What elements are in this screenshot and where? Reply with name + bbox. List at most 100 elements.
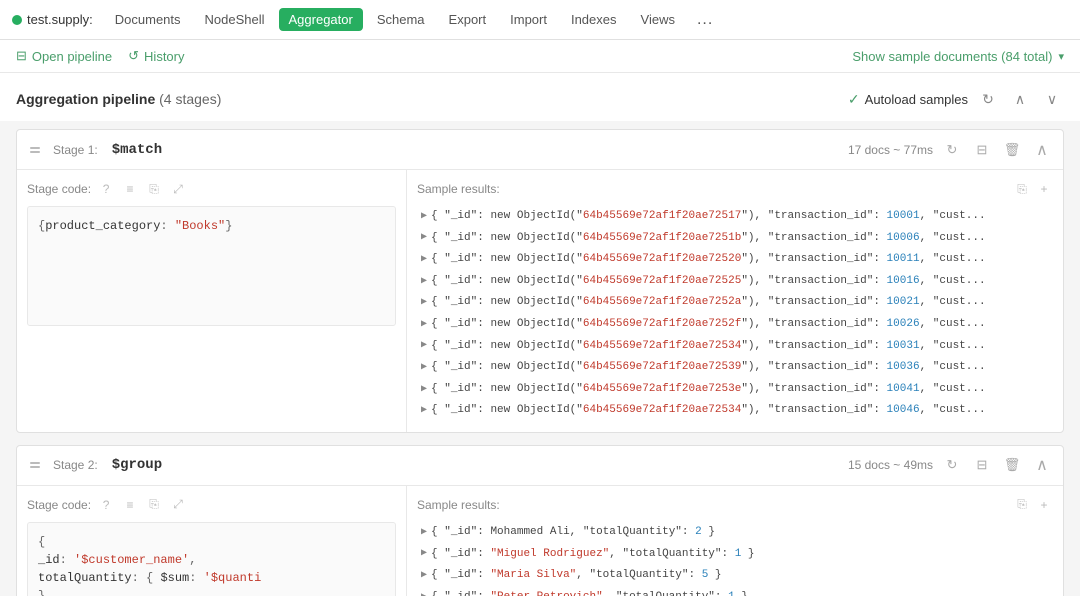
stage-1-right: Sample results: ⎘ + ▶{ "_id": new Object… [407,170,1063,432]
expand-arrow-icon[interactable]: ▶ [421,252,427,268]
expand-arrow-icon[interactable]: ▶ [421,317,427,333]
stage-1-add-button[interactable]: + [1035,180,1053,198]
stage-2-add-button[interactable]: + [1035,496,1053,514]
table-row[interactable]: ▶{ "_id": new ObjectId("64b45569e72af1f2… [417,357,1053,379]
stage-2-refresh-button[interactable]: ↻ [941,454,963,476]
table-row[interactable]: ▶{ "_id": "Peter Petrovich", "totalQuant… [417,587,1053,596]
expand-arrow-icon[interactable]: ▶ [421,525,427,541]
stage-2-card: Stage 2: $group 15 docs ~ 49ms ↻ ⊟ 🗑 ∧ S… [16,445,1064,596]
stage-2-format-button[interactable]: ≡ [121,496,139,514]
refresh-button[interactable]: ↻ [976,87,1000,111]
db-name: test.supply: [27,12,93,27]
table-row[interactable]: ▶{ "_id": new ObjectId("64b45569e72af1f2… [417,206,1053,228]
stage-1-split-button[interactable]: ⊟ [971,139,993,161]
stage-1-body: Stage code: ? ≡ ⎘ ⤢ {product_category: "… [17,170,1063,432]
stage-2-left: Stage code: ? ≡ ⎘ ⤢ { _id: '$customer_na… [17,486,407,596]
pipeline-title: Aggregation pipeline (4 stages) [16,91,221,107]
stage-1-card: Stage 1: $match 17 docs ~ 77ms ↻ ⊟ 🗑 ∧ S… [16,129,1064,433]
collapse-up-button[interactable]: ∧ [1008,87,1032,111]
stage-2-header: Stage 2: $group 15 docs ~ 49ms ↻ ⊟ 🗑 ∧ [17,446,1063,486]
pipeline-header: Aggregation pipeline (4 stages) ✓ Autolo… [0,73,1080,121]
autoload-section: ✓ Autoload samples ↻ ∧ ∨ [848,87,1064,111]
pipeline-area: Stage 1: $match 17 docs ~ 77ms ↻ ⊟ 🗑 ∧ S… [0,121,1080,596]
stage-2-header-right: 15 docs ~ 49ms ↻ ⊟ 🗑 ∧ [848,454,1053,476]
table-row[interactable]: ▶{ "_id": new ObjectId("64b45569e72af1f2… [417,336,1053,358]
table-row[interactable]: ▶{ "_id": new ObjectId("64b45569e72af1f2… [417,228,1053,250]
table-row[interactable]: ▶{ "_id": "Miguel Rodriguez", "totalQuan… [417,544,1053,566]
nav-item-documents[interactable]: Documents [105,8,191,31]
pipeline-stages-count: (4 stages) [159,91,221,107]
stage-2-copy-button[interactable]: ⎘ [145,496,163,514]
stage-2-sample-results-header: Sample results: ⎘ + [417,496,1053,514]
expand-arrow-icon[interactable]: ▶ [421,338,427,354]
nav-item-views[interactable]: Views [631,8,685,31]
table-row[interactable]: ▶{ "_id": "Maria Silva", "totalQuantity"… [417,565,1053,587]
table-row[interactable]: ▶{ "_id": new ObjectId("64b45569e72af1f2… [417,292,1053,314]
stage-1-code-editor[interactable]: {product_category: "Books"} [27,206,396,326]
top-nav: test.supply: Documents NodeShell Aggrega… [0,0,1080,40]
stage-2-split-button[interactable]: ⊟ [971,454,993,476]
stage-1-copy-button[interactable]: ⎘ [145,180,163,198]
stage-1-label: Stage 1: [53,143,98,157]
stage-1-copy-results-button[interactable]: ⎘ [1013,180,1031,198]
nav-item-schema[interactable]: Schema [367,8,435,31]
pipeline-title-bold: Aggregation pipeline [16,91,155,107]
stage-2-delete-button[interactable]: 🗑 [1001,454,1023,476]
stage-2-code-label-text: Stage code: [27,498,91,512]
nav-item-import[interactable]: Import [500,8,557,31]
expand-arrow-icon[interactable]: ▶ [421,382,427,398]
nav-item-aggregator[interactable]: Aggregator [279,8,363,31]
stage-1-drag-handle[interactable] [27,145,43,155]
expand-arrow-icon[interactable]: ▶ [421,546,427,562]
stage-1-header: Stage 1: $match 17 docs ~ 77ms ↻ ⊟ 🗑 ∧ [17,130,1063,170]
stage-2-stats: 15 docs ~ 49ms [848,458,933,472]
expand-arrow-icon[interactable]: ▶ [421,230,427,246]
stage-2-expand-button[interactable]: ⤢ [169,496,187,514]
expand-arrow-icon[interactable]: ▶ [421,274,427,290]
stage-1-code-label-text: Stage code: [27,182,91,196]
expand-arrow-icon[interactable]: ▶ [421,360,427,376]
nav-item-export[interactable]: Export [439,8,497,31]
expand-arrow-icon[interactable]: ▶ [421,209,427,225]
table-row[interactable]: ▶{ "_id": new ObjectId("64b45569e72af1f2… [417,314,1053,336]
stage-1-help-button[interactable]: ? [97,180,115,198]
history-icon: ↺ [128,48,139,64]
history-label: History [144,49,184,64]
nav-item-nodeshell[interactable]: NodeShell [195,8,275,31]
expand-arrow-icon[interactable]: ▶ [421,295,427,311]
stage-2-sample-icons: ⎘ + [1013,496,1053,514]
pipeline-icon: ⊟ [16,48,27,64]
table-row[interactable]: ▶{ "_id": new ObjectId("64b45569e72af1f2… [417,271,1053,293]
nav-item-indexes[interactable]: Indexes [561,8,627,31]
history-button[interactable]: ↺ History [128,48,184,64]
autoload-checkbox[interactable]: ✓ Autoload samples [848,91,968,108]
stage-2-collapse-button[interactable]: ∧ [1031,454,1053,476]
stage-1-results-list: ▶{ "_id": new ObjectId("64b45569e72af1f2… [417,206,1053,422]
expand-arrow-icon[interactable]: ▶ [421,568,427,584]
table-row[interactable]: ▶{ "_id": new ObjectId("64b45569e72af1f2… [417,400,1053,422]
nav-more-button[interactable]: ... [689,7,721,33]
stage-2-code-editor[interactable]: { _id: '$customer_name', totalQuantity: … [27,522,396,596]
stage-2-code-label: Stage code: ? ≡ ⎘ ⤢ [27,496,396,514]
expand-arrow-icon[interactable]: ▶ [421,403,427,419]
table-row[interactable]: ▶{ "_id": new ObjectId("64b45569e72af1f2… [417,379,1053,401]
stage-1-expand-button[interactable]: ⤢ [169,180,187,198]
table-row[interactable]: ▶{ "_id": Mohammed Ali, "totalQuantity":… [417,522,1053,544]
stage-1-delete-button[interactable]: 🗑 [1001,139,1023,161]
stage-2-help-button[interactable]: ? [97,496,115,514]
show-sample-label: Show sample documents (84 total) [852,49,1052,64]
stage-1-operator: $match [112,142,162,158]
stage-1-sample-icons: ⎘ + [1013,180,1053,198]
stage-2-copy-results-button[interactable]: ⎘ [1013,496,1031,514]
expand-arrow-icon[interactable]: ▶ [421,590,427,596]
table-row[interactable]: ▶{ "_id": new ObjectId("64b45569e72af1f2… [417,249,1053,271]
connection-status-dot [12,15,22,25]
collapse-down-button[interactable]: ∨ [1040,87,1064,111]
stage-1-format-button[interactable]: ≡ [121,180,139,198]
stage-1-refresh-button[interactable]: ↻ [941,139,963,161]
stage-1-collapse-button[interactable]: ∧ [1031,139,1053,161]
show-sample-button[interactable]: Show sample documents (84 total) ▾ [852,49,1064,64]
stage-1-header-right: 17 docs ~ 77ms ↻ ⊟ 🗑 ∧ [848,139,1053,161]
stage-2-drag-handle[interactable] [27,460,43,470]
open-pipeline-button[interactable]: ⊟ Open pipeline [16,48,112,64]
